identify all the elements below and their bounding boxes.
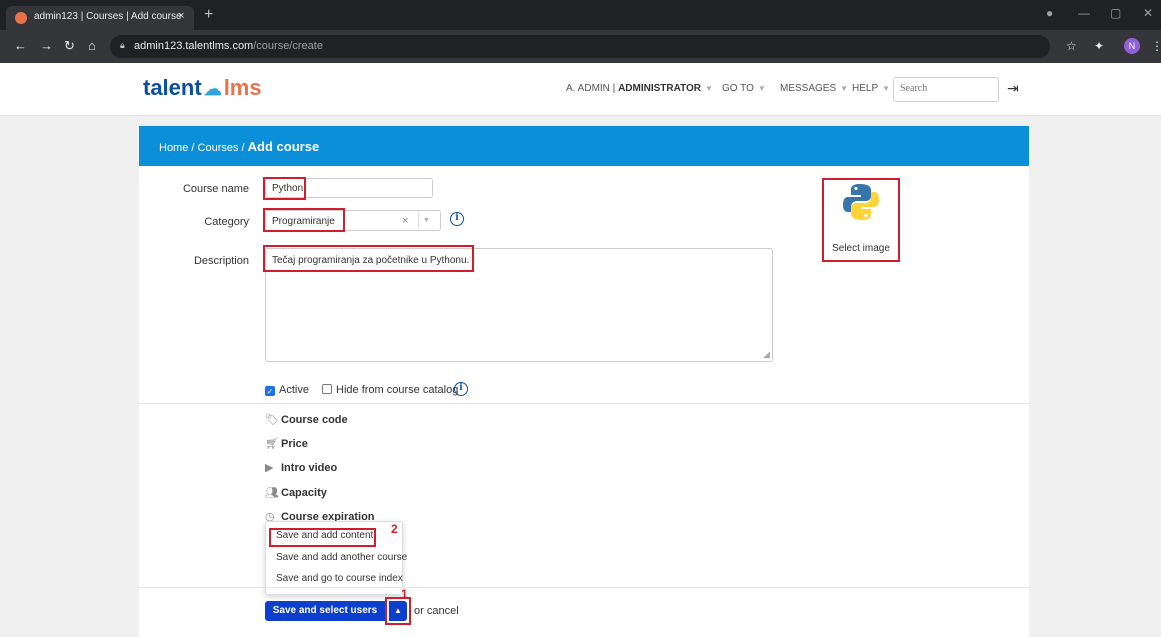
talentlms-favicon-icon: [15, 12, 27, 24]
chevron-down-icon: ▼: [882, 84, 891, 93]
option-course-code[interactable]: 🏷︎ Course code: [265, 413, 348, 426]
home-icon[interactable]: ⌂: [88, 38, 96, 54]
search-box: [893, 77, 999, 102]
save-and-select-users-button[interactable]: Save and select users: [265, 601, 385, 621]
option-price[interactable]: 🛒︎ Price: [265, 437, 308, 450]
highlight-course-name: [263, 177, 306, 200]
help-menu[interactable]: HELP ▼: [852, 83, 890, 94]
cart-icon: 🛒︎: [265, 438, 279, 450]
annotation-1: 1: [401, 587, 408, 601]
logout-icon[interactable]: ⇥: [1007, 80, 1019, 97]
url-text: admin123.talentlms.com/course/create: [134, 40, 323, 52]
highlight-description: [263, 245, 474, 272]
hide-from-catalog-label: Hide from course catalog: [336, 384, 459, 396]
chevron-down-icon: ▼: [840, 84, 849, 93]
cancel-link[interactable]: cancel: [427, 605, 459, 617]
breadcrumb-home[interactable]: Home: [159, 142, 188, 154]
users-icon: 👥︎: [265, 487, 279, 499]
section-divider: [139, 587, 1029, 588]
highlight-split-button: [385, 597, 411, 625]
extensions-icon[interactable]: ✦: [1094, 39, 1104, 53]
menu-item-save-go-index[interactable]: Save and go to course index: [276, 573, 403, 584]
option-capacity[interactable]: 👥︎ Capacity: [265, 486, 327, 499]
active-label: Active: [279, 384, 309, 396]
browser-more-icon[interactable]: ⋮: [1151, 39, 1161, 53]
talentlms-logo[interactable]: talent ☁lms: [143, 75, 262, 101]
or-cancel: or cancel: [414, 605, 459, 617]
info-icon[interactable]: i: [450, 212, 464, 226]
chevron-down-icon: ▼: [705, 84, 713, 93]
messages-menu[interactable]: MESSAGES ▼: [780, 83, 848, 94]
category-label: Category: [204, 216, 249, 228]
hide-from-catalog-checkbox[interactable]: [322, 384, 333, 394]
course-flags: ✓ Active Hide from course catalog: [265, 384, 458, 396]
tab-title: admin123 | Courses | Add course: [34, 11, 182, 22]
option-intro-video[interactable]: ▶︎ Intro video: [265, 461, 337, 474]
browser-tab-bar: admin123 | Courses | Add course × + ● — …: [0, 0, 1161, 30]
info-icon[interactable]: i: [454, 382, 468, 396]
cloud-logo-icon: ☁: [203, 79, 222, 99]
new-tab-button[interactable]: +: [204, 6, 213, 24]
highlight-save-add-content: [269, 528, 376, 547]
description-label: Description: [193, 255, 249, 267]
close-window-icon[interactable]: ✕: [1143, 6, 1153, 20]
menu-item-save-add-another[interactable]: Save and add another course: [276, 552, 407, 563]
url-field[interactable]: 🔒︎ admin123.talentlms.com/course/create: [110, 35, 1050, 58]
browser-tab[interactable]: admin123 | Courses | Add course ×: [6, 6, 194, 30]
search-input[interactable]: [900, 83, 994, 94]
chevron-down-icon: ▼: [757, 84, 766, 93]
section-divider: [139, 403, 1029, 404]
clear-icon[interactable]: ×: [402, 215, 408, 227]
back-icon[interactable]: ←: [14, 38, 27, 54]
reload-icon[interactable]: ↻: [64, 38, 75, 54]
add-course-panel: Home / Courses / Add course Course name …: [139, 126, 1029, 637]
user-menu[interactable]: A. ADMIN | ADMINISTRATOR ▼: [566, 83, 713, 94]
address-bar: ← → ↻ ⌂ 🔒︎ admin123.talentlms.com/course…: [0, 30, 1161, 63]
select-divider: [418, 213, 419, 228]
play-icon: ▶︎: [265, 462, 274, 474]
annotation-2: 2: [391, 522, 398, 536]
page-title: Add course: [247, 139, 320, 154]
active-checkbox[interactable]: ✓: [265, 386, 275, 396]
breadcrumb-courses[interactable]: Courses: [198, 142, 239, 154]
chevron-down-icon[interactable]: ▼: [423, 217, 430, 224]
course-name-label: Course name: [182, 183, 249, 195]
panel-header: Home / Courses / Add course: [139, 126, 1029, 166]
maximize-icon[interactable]: ▢: [1110, 6, 1121, 20]
goto-menu[interactable]: GO TO ▼: [722, 83, 766, 94]
resize-handle-icon[interactable]: ◢: [763, 349, 770, 360]
profile-avatar[interactable]: N: [1124, 38, 1140, 54]
tag-icon: 🏷︎: [265, 414, 279, 426]
site-header: talent ☁lms A. ADMIN | ADMINISTRATOR ▼ GO …: [0, 63, 1161, 116]
browser-menu-icon[interactable]: ●: [1046, 6, 1053, 20]
bookmark-star-icon[interactable]: ☆: [1066, 39, 1077, 53]
tab-close-icon[interactable]: ×: [178, 10, 184, 22]
breadcrumb: Home / Courses / Add course: [159, 139, 320, 154]
lock-icon: 🔒︎: [120, 40, 125, 50]
highlight-image: [822, 178, 900, 262]
forward-icon[interactable]: →: [40, 38, 53, 54]
highlight-category: [263, 208, 345, 232]
minimize-icon[interactable]: —: [1078, 6, 1090, 20]
